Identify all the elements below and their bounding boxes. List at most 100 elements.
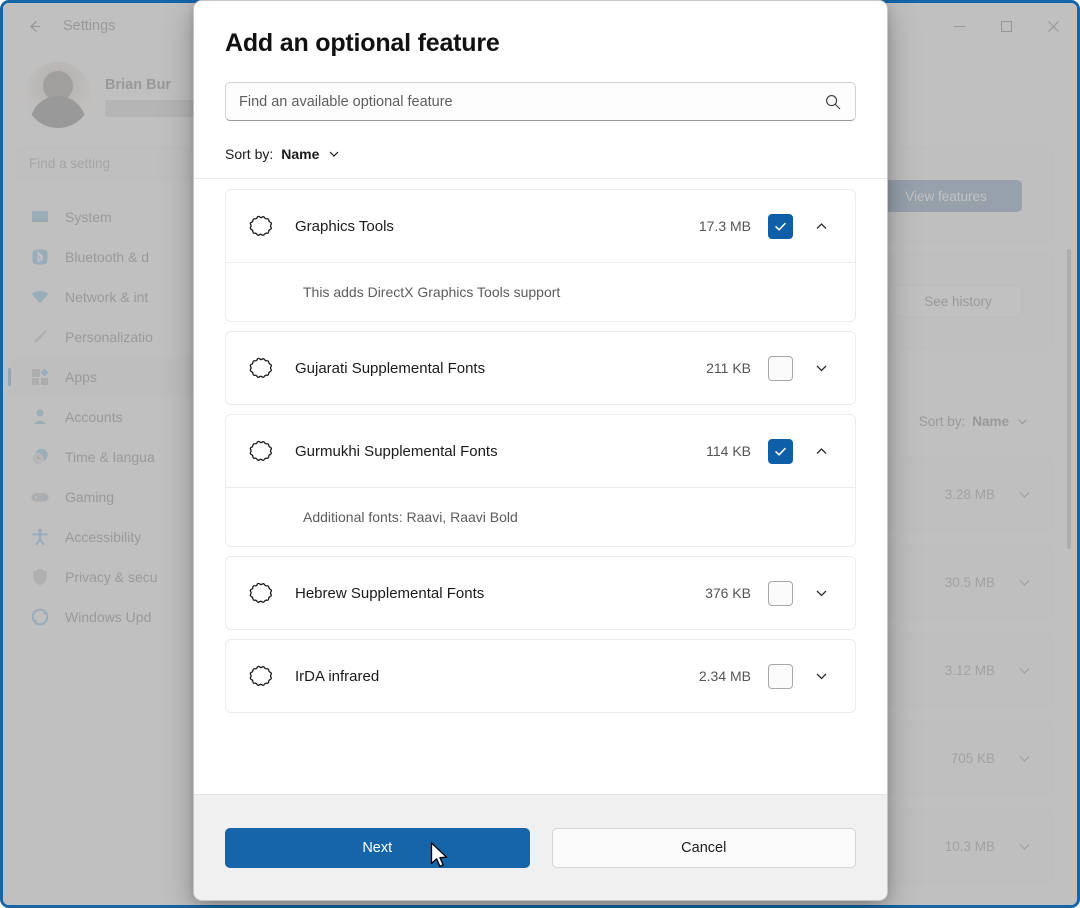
feature-name: Gujarati Supplemental Fonts: [295, 359, 486, 377]
feature-description: This adds DirectX Graphics Tools support: [226, 262, 855, 321]
installed-sort-value: Name: [972, 414, 1009, 429]
sidebar-item-apps[interactable]: Apps: [8, 358, 197, 396]
accessibility-icon: [29, 526, 51, 548]
settings-search-placeholder: Find a setting: [29, 156, 111, 171]
chevron-down-icon: [1019, 579, 1030, 586]
installed-sort-control[interactable]: Sort by: Name: [919, 414, 1029, 429]
maximize-icon: [1000, 20, 1013, 32]
feature-item: Hebrew Supplemental Fonts 376 KB: [225, 556, 856, 630]
feature-expand-toggle[interactable]: [803, 659, 839, 693]
optional-feature-icon: [247, 580, 273, 606]
bluetooth-icon: [29, 246, 51, 268]
feature-checkbox[interactable]: [768, 355, 793, 381]
feature-checkbox[interactable]: [768, 580, 793, 606]
update-icon: [29, 606, 51, 628]
monitor-icon: [29, 206, 51, 228]
optional-feature-icon: [247, 663, 273, 689]
sidebar-item-label: Bluetooth & d: [65, 249, 150, 265]
see-history-button[interactable]: See history: [894, 285, 1022, 317]
chevron-down-icon: [329, 151, 339, 157]
feature-search-box[interactable]: [225, 82, 856, 121]
brush-icon: [29, 326, 51, 348]
feature-name: IrDA infrared: [295, 667, 380, 685]
feature-expand-toggle[interactable]: [803, 434, 839, 468]
close-button[interactable]: [1030, 3, 1077, 49]
dialog-title: Add an optional feature: [225, 29, 500, 57]
chevron-down-icon: [1019, 667, 1030, 674]
installed-feature-size: 10.3 MB: [944, 838, 995, 854]
feature-expand-toggle[interactable]: [803, 576, 839, 610]
feature-size: 211 KB: [706, 360, 751, 376]
maximize-button[interactable]: [983, 3, 1030, 49]
feature-expand-toggle[interactable]: [803, 351, 839, 385]
sidebar-item-label: Apps: [65, 369, 97, 385]
sidebar-nav: System Bluetooth & d Network & int Perso…: [3, 198, 203, 636]
feature-size: 17.3 MB: [698, 218, 751, 234]
dialog-sort-control[interactable]: Sort by: Name: [225, 146, 856, 162]
chevron-up-icon: [816, 447, 826, 454]
feature-size: 2.34 MB: [698, 668, 751, 684]
person-icon: [29, 406, 51, 428]
feature-expand-toggle[interactable]: [803, 209, 839, 243]
chevron-down-icon: [1019, 491, 1030, 498]
sidebar-item-label: Gaming: [65, 489, 115, 505]
sidebar-item-time-language[interactable]: Time & langua: [9, 438, 197, 476]
feature-row[interactable]: IrDA infrared 2.34 MB: [226, 640, 855, 712]
content-scrollbar[interactable]: [1067, 249, 1071, 549]
feature-name: Hebrew Supplemental Fonts: [295, 584, 485, 602]
minimize-button[interactable]: [936, 3, 983, 49]
checkmark-icon: [775, 447, 786, 456]
feature-checkbox[interactable]: [768, 213, 793, 239]
sidebar-item-label: Windows Upd: [65, 609, 152, 625]
dialog-sort-prefix: Sort by:: [225, 146, 274, 162]
installed-feature-size: 705 KB: [950, 750, 995, 766]
sidebar-item-accessibility[interactable]: Accessibility: [9, 518, 197, 556]
feature-item: IrDA infrared 2.34 MB: [225, 639, 856, 713]
installed-sort-prefix: Sort by:: [918, 414, 966, 429]
feature-row[interactable]: Gurmukhi Supplemental Fonts 114 KB: [226, 415, 855, 487]
sidebar-item-gaming[interactable]: Gaming: [9, 478, 197, 516]
feature-item: Graphics Tools 17.3 MB This adds DirectX…: [225, 189, 856, 322]
sidebar-item-privacy-security[interactable]: Privacy & secu: [9, 558, 197, 596]
sidebar-item-label: Time & langua: [65, 449, 155, 465]
sidebar-item-bluetooth[interactable]: Bluetooth & d: [9, 238, 197, 276]
feature-size: 376 KB: [705, 585, 751, 601]
sidebar: Brian Bur Find a setting System Bluetoot…: [3, 49, 225, 905]
add-optional-feature-dialog: Add an optional feature Sort by: Name: [193, 0, 888, 901]
sidebar-item-label: Accessibility: [65, 529, 142, 545]
feature-row[interactable]: Graphics Tools 17.3 MB: [226, 190, 855, 262]
sidebar-item-accounts[interactable]: Accounts: [9, 398, 197, 436]
feature-search-input[interactable]: [239, 93, 824, 110]
back-button[interactable]: [17, 9, 51, 43]
chevron-down-icon: [816, 365, 826, 371]
search-icon: [826, 94, 841, 109]
view-features-button[interactable]: View features: [870, 180, 1022, 212]
settings-search-input[interactable]: Find a setting: [17, 147, 189, 180]
feature-row[interactable]: Hebrew Supplemental Fonts 376 KB: [226, 557, 855, 629]
chevron-down-icon: [816, 590, 826, 596]
cancel-button[interactable]: Cancel: [551, 827, 856, 868]
optional-feature-icon: [247, 355, 273, 381]
next-button[interactable]: Next: [225, 827, 530, 868]
chevron-up-icon: [816, 222, 826, 229]
feature-checkbox[interactable]: [768, 663, 793, 689]
sidebar-item-network[interactable]: Network & int: [9, 278, 197, 316]
window-controls: [936, 3, 1077, 49]
installed-feature-size: 3.12 MB: [944, 662, 995, 678]
chevron-down-icon: [1019, 755, 1030, 762]
feature-checkbox[interactable]: [768, 438, 793, 464]
user-profile[interactable]: Brian Bur: [3, 57, 225, 133]
sidebar-item-system[interactable]: System: [9, 198, 197, 236]
optional-features-list: Graphics Tools 17.3 MB This adds DirectX…: [194, 178, 887, 794]
shield-icon: [29, 566, 51, 588]
sidebar-item-label: Network & int: [65, 289, 149, 305]
sidebar-item-windows-update[interactable]: Windows Upd: [9, 598, 197, 636]
dialog-header: Add an optional feature Sort by: Name: [194, 1, 887, 178]
clock-icon: [29, 446, 51, 468]
optional-feature-icon: [247, 438, 273, 464]
chevron-down-icon: [1019, 843, 1030, 850]
chevron-down-icon: [816, 673, 826, 679]
apps-icon: [29, 366, 51, 388]
feature-row[interactable]: Gujarati Supplemental Fonts 211 KB: [226, 332, 855, 404]
sidebar-item-personalization[interactable]: Personalizatio: [9, 318, 197, 356]
